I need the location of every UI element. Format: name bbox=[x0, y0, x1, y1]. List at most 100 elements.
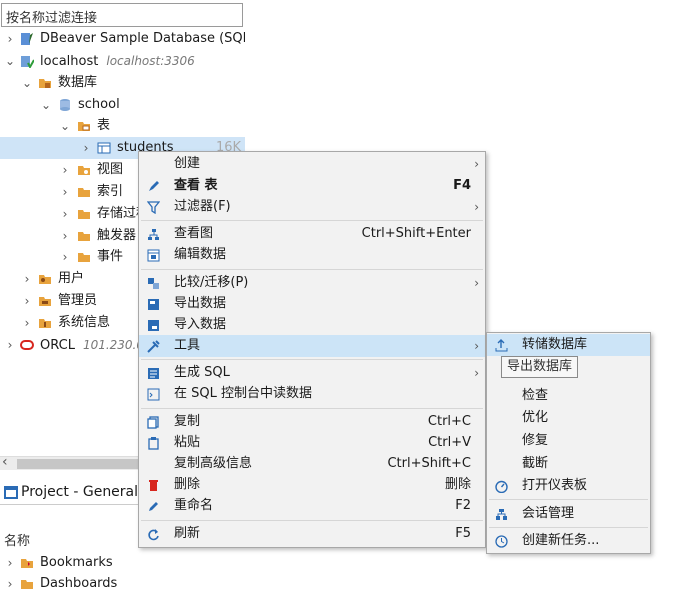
chevron-right-icon: › bbox=[474, 276, 479, 290]
folder-user-icon bbox=[39, 275, 51, 284]
scrollbar-thumb[interactable] bbox=[17, 459, 147, 469]
scroll-left-icon[interactable]: ‹ bbox=[2, 454, 8, 470]
menu-item-view-diagram[interactable]: 查看图 Ctrl+Shift+Enter bbox=[139, 223, 485, 245]
folder-view-icon bbox=[78, 166, 90, 175]
database-icon bbox=[60, 99, 70, 111]
import-icon bbox=[148, 320, 159, 331]
menu-item-tools[interactable]: 工具 › bbox=[139, 335, 485, 357]
submenu-item-check[interactable]: 检查 bbox=[487, 385, 650, 407]
folder-icon bbox=[78, 210, 90, 219]
rename-icon bbox=[149, 502, 158, 511]
chevron-right-icon: › bbox=[474, 200, 479, 214]
submenu-item-repair[interactable]: 修复 bbox=[487, 430, 650, 452]
menu-item-copy[interactable]: 复制 Ctrl+C bbox=[139, 411, 485, 433]
pencil-icon bbox=[149, 181, 159, 191]
menu-item-compare[interactable]: 比较/迁移(P) › bbox=[139, 272, 485, 294]
chevron-down-icon[interactable]: ⌄ bbox=[21, 72, 33, 94]
tree-item-label: 触发器 bbox=[97, 228, 137, 243]
chevron-right-icon[interactable]: › bbox=[4, 573, 16, 595]
chevron-right-icon[interactable]: › bbox=[4, 552, 16, 574]
tree-item-databases[interactable]: ⌄ 数据库 bbox=[0, 72, 245, 94]
tree-item-label: 管理员 bbox=[58, 293, 98, 308]
dashboard-icon bbox=[495, 480, 508, 493]
tree-item-sample-database[interactable]: › DBeaver Sample Database (SQLite) bbox=[0, 28, 245, 50]
chevron-right-icon: › bbox=[474, 366, 479, 380]
chevron-right-icon: › bbox=[474, 157, 479, 171]
chevron-down-icon[interactable]: ⌄ bbox=[40, 94, 52, 116]
folder-icon bbox=[78, 253, 90, 262]
menu-item-create[interactable]: 创建 › bbox=[139, 153, 485, 175]
oracle-connection-icon bbox=[20, 340, 34, 350]
context-menu: 创建 › 查看 表 F4 过滤器(F) › 查看图 Ctrl+Shift+Ent… bbox=[138, 151, 486, 548]
chevron-right-icon[interactable]: › bbox=[21, 312, 33, 334]
menu-item-paste[interactable]: 粘贴 Ctrl+V bbox=[139, 432, 485, 454]
chevron-right-icon[interactable]: › bbox=[4, 28, 16, 50]
tree-item-label: school bbox=[78, 97, 120, 112]
tree-item-label: localhost bbox=[40, 54, 99, 69]
chevron-right-icon[interactable]: › bbox=[4, 334, 16, 356]
tree-item-label: 表 bbox=[97, 118, 111, 133]
chevron-right-icon[interactable]: › bbox=[80, 137, 92, 159]
menu-item-delete[interactable]: 删除 删除 bbox=[139, 474, 485, 496]
folder-icon bbox=[78, 188, 90, 197]
tree-item-label: 用户 bbox=[58, 271, 85, 286]
menu-separator bbox=[141, 220, 483, 221]
session-icon bbox=[496, 509, 507, 520]
tree-item-localhost[interactable]: ⌄ localhost localhost:3306 bbox=[0, 50, 245, 72]
folder-icon bbox=[78, 232, 90, 241]
menu-item-filter[interactable]: 过滤器(F) › bbox=[139, 196, 485, 218]
chevron-right-icon[interactable]: › bbox=[21, 290, 33, 312]
menu-separator bbox=[489, 527, 648, 528]
connection-filter-input[interactable]: 按名称过滤连接 bbox=[1, 3, 243, 27]
menu-item-read-in-console[interactable]: 在 SQL 控制台中读数据 bbox=[139, 383, 485, 405]
paste-icon bbox=[148, 437, 159, 450]
menu-item-copy-advanced[interactable]: 复制高级信息 Ctrl+Shift+C bbox=[139, 453, 485, 475]
menu-item-refresh[interactable]: 刷新 F5 bbox=[139, 523, 485, 545]
folder-admin-icon bbox=[39, 297, 51, 306]
submenu-item-open-dashboard[interactable]: 打开仪表板 bbox=[487, 475, 650, 497]
menu-separator bbox=[141, 408, 483, 409]
copy-icon bbox=[147, 416, 159, 429]
menu-separator bbox=[141, 520, 483, 521]
tree-item-label: Bookmarks bbox=[40, 555, 113, 570]
menu-item-export-data[interactable]: 导出数据 bbox=[139, 293, 485, 315]
submenu-item-optimize[interactable]: 优化 bbox=[487, 407, 650, 429]
menu-item-edit-data[interactable]: 编辑数据 bbox=[139, 244, 485, 266]
chevron-right-icon[interactable]: › bbox=[59, 246, 71, 268]
submenu-item-create-task[interactable]: 创建新任务... bbox=[487, 530, 650, 552]
folder-table-icon bbox=[78, 122, 90, 131]
project-item-dashboards[interactable]: › Dashboards bbox=[0, 573, 245, 595]
tooltip: 导出数据库 bbox=[501, 356, 579, 378]
tree-item-tables[interactable]: ⌄ 表 bbox=[0, 115, 245, 137]
table-icon bbox=[97, 142, 111, 154]
submenu-item-truncate[interactable]: 截断 bbox=[487, 453, 650, 475]
tools-icon bbox=[147, 340, 160, 353]
menu-item-generate-sql[interactable]: 生成 SQL › bbox=[139, 362, 485, 384]
connection-host: localhost:3306 bbox=[106, 54, 195, 68]
chevron-right-icon[interactable]: › bbox=[59, 225, 71, 247]
mysql-connection-icon bbox=[21, 56, 34, 68]
tree-item-label: DBeaver Sample Database (SQLite) bbox=[40, 31, 245, 46]
menu-separator bbox=[141, 359, 483, 360]
table-edit-icon bbox=[147, 249, 160, 262]
chevron-right-icon[interactable]: › bbox=[21, 268, 33, 290]
sql-icon bbox=[148, 368, 159, 379]
chevron-right-icon[interactable]: › bbox=[59, 181, 71, 203]
project-item-bookmarks[interactable]: › Bookmarks bbox=[0, 552, 245, 574]
submenu-item-dump-database[interactable]: 转储数据库 bbox=[487, 334, 650, 356]
project-tab-label: Project - General bbox=[21, 484, 139, 500]
compare-icon bbox=[148, 278, 159, 289]
chevron-down-icon[interactable]: ⌄ bbox=[59, 115, 71, 137]
folder-bookmark-icon bbox=[21, 559, 33, 568]
menu-item-view-table[interactable]: 查看 表 F4 bbox=[139, 175, 485, 197]
chevron-right-icon[interactable]: › bbox=[59, 203, 71, 225]
menu-item-rename[interactable]: 重命名 F2 bbox=[139, 495, 485, 517]
tree-item-school[interactable]: ⌄ school bbox=[0, 94, 245, 116]
chevron-down-icon[interactable]: ⌄ bbox=[4, 50, 16, 72]
tree-item-label: ORCL bbox=[40, 338, 75, 353]
tree-item-label: 数据库 bbox=[58, 75, 98, 90]
submenu-item-session-manager[interactable]: 会话管理 bbox=[487, 503, 650, 525]
chevron-right-icon[interactable]: › bbox=[59, 159, 71, 181]
menu-item-import-data[interactable]: 导入数据 bbox=[139, 314, 485, 336]
filter-icon bbox=[147, 201, 160, 214]
